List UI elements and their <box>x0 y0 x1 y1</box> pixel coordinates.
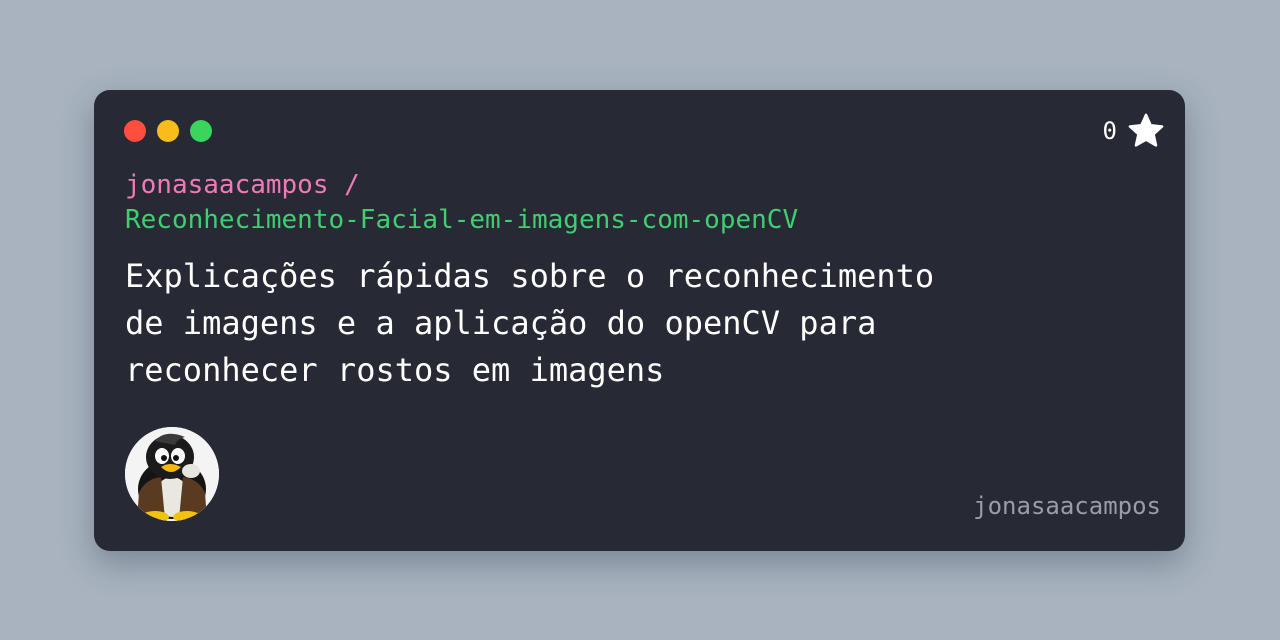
close-dot <box>124 120 146 142</box>
description-line: Explicações rápidas sobre o reconhecimen… <box>125 257 935 295</box>
description-line: de imagens e a aplicação do openCV para <box>125 304 877 342</box>
avatar[interactable] <box>125 427 219 521</box>
repo-owner[interactable]: jonasaacampos / <box>125 168 798 203</box>
repo-name[interactable]: Reconhecimento-Facial-em-imagens-com-ope… <box>125 203 798 238</box>
repo-title: jonasaacampos / Reconhecimento-Facial-em… <box>125 168 798 238</box>
repo-description: Explicações rápidas sobre o reconhecimen… <box>125 253 1045 394</box>
owner-username[interactable]: jonasaacampos <box>973 492 1161 520</box>
star-counter: 0 <box>1103 112 1165 150</box>
star-count: 0 <box>1102 117 1117 145</box>
repo-card: 0 jonasaacampos / Reconhecimento-Facial-… <box>94 90 1185 551</box>
description-line: reconhecer rostos em imagens <box>125 351 665 389</box>
window-controls <box>124 120 212 142</box>
minimize-dot <box>157 120 179 142</box>
penguin-avatar-icon <box>125 427 219 521</box>
maximize-dot <box>190 120 212 142</box>
star-icon <box>1127 112 1165 150</box>
